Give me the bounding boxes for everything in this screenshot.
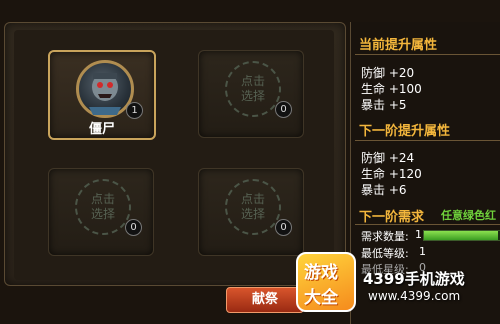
select-hint-circle: 点击 选择 [225, 179, 281, 235]
current-stat-defense: 防御 +20 [361, 66, 415, 80]
select-hint-line2: 选择 [240, 89, 265, 103]
next-stat-hp: 生命 +120 [361, 167, 422, 181]
select-hint-line1: 点击 [240, 74, 265, 88]
slot-grid: 1 僵尸 点击 选择 0 点击 选择 0 点击 选择 0 [14, 30, 334, 280]
req-count-value: 1 [415, 228, 422, 241]
divider [355, 140, 500, 141]
requirement-subtitle: 任意绿色红 [441, 209, 496, 222]
watermark-logo-line1: 游戏 [304, 263, 338, 283]
slot-empty-2[interactable]: 点击 选择 0 [198, 50, 304, 138]
select-hint-circle: 点击 选择 [75, 179, 131, 235]
watermark-logo: 游戏 大全 [296, 252, 356, 312]
next-stat-defense: 防御 +24 [361, 151, 415, 165]
req-min-level-value: 1 [419, 245, 426, 258]
current-stat-hp: 生命 +100 [361, 82, 422, 96]
select-hint-line1: 点击 [240, 192, 265, 206]
slot-empty-4[interactable]: 点击 选择 0 [198, 168, 304, 256]
current-attr-title: 当前提升属性 [359, 38, 438, 53]
slot-zombie[interactable]: 1 僵尸 [48, 50, 156, 140]
req-count-label: 需求数量: [361, 230, 409, 243]
select-hint-line1: 点击 [90, 192, 115, 206]
slot-empty-3[interactable]: 点击 选择 0 [48, 168, 154, 256]
select-hint-line2: 选择 [240, 207, 265, 221]
divider [355, 54, 500, 55]
watermark-logo-line2: 大全 [304, 288, 338, 308]
select-hint-line2: 选择 [90, 207, 115, 221]
donate-button[interactable]: 献祭 [226, 287, 304, 313]
slot-count-badge: 1 [126, 102, 143, 119]
current-stat-crit: 暴击 +5 [361, 98, 407, 112]
watermark-name: 4399手机游戏 [363, 270, 465, 288]
req-min-level-label: 最低等级: [361, 247, 409, 260]
divider [355, 224, 500, 225]
slot-count-badge: 0 [125, 219, 142, 236]
req-progress-fill [424, 231, 499, 240]
select-hint-circle: 点击 选择 [225, 61, 281, 117]
watermark-url: www.4399.com [368, 289, 461, 303]
req-progress-bar [423, 230, 500, 241]
next-stat-crit: 暴击 +6 [361, 183, 407, 197]
slot-count-badge: 0 [275, 219, 292, 236]
next-attr-title: 下一阶提升属性 [359, 124, 451, 139]
requirement-title: 下一阶需求 [359, 210, 425, 225]
slot-name: 僵尸 [88, 122, 115, 137]
slot-count-badge: 0 [275, 101, 292, 118]
